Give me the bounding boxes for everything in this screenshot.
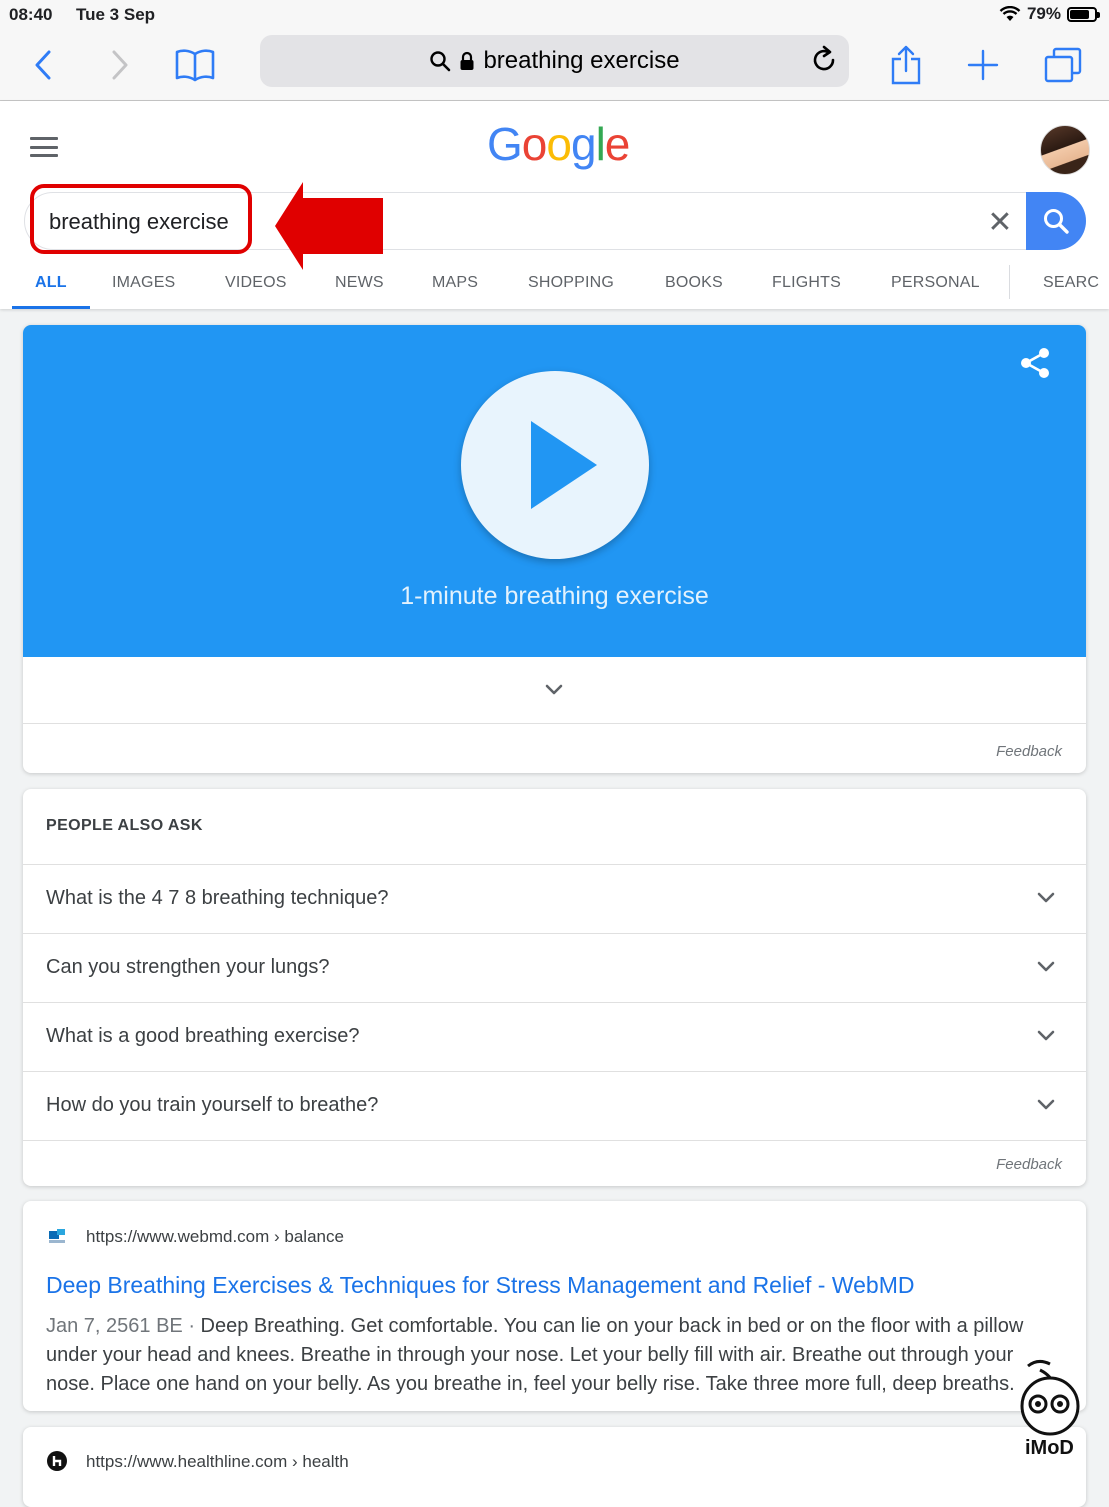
battery-percent: 79% (1026, 4, 1061, 23)
logo-letter: g (570, 118, 597, 170)
back-button[interactable] (20, 42, 66, 88)
paa-question[interactable]: What is the 4 7 8 breathing technique? (23, 864, 1086, 934)
address-bar[interactable]: breathing exercise (260, 35, 849, 87)
search-icon (430, 51, 451, 72)
tab-maps[interactable]: MAPS (432, 274, 478, 292)
tab-personal[interactable]: PERSONAL (891, 274, 980, 292)
tab-search-tools[interactable]: SEARC (1043, 274, 1099, 292)
wifi-icon (999, 6, 1021, 21)
paa-question-text: What is the 4 7 8 breathing technique? (46, 887, 389, 909)
feedback-link[interactable]: Feedback (996, 743, 1062, 760)
paa-question-text: Can you strengthen your lungs? (46, 956, 330, 978)
battery-icon (1067, 6, 1100, 22)
battery-fill (1070, 9, 1089, 19)
tab-books[interactable]: BOOKS (665, 274, 723, 292)
play-button[interactable] (461, 371, 649, 559)
chevron-down-icon (1037, 1099, 1055, 1110)
breathing-player[interactable]: 1-minute breathing exercise (23, 325, 1086, 657)
status-right: 79% (999, 4, 1100, 24)
paa-footer (23, 1140, 1086, 1186)
search-result: https://www.webmd.com › balance Deep Bre… (23, 1201, 1086, 1411)
lock-icon (460, 51, 474, 70)
chevron-left-icon (35, 50, 51, 80)
feedback-link[interactable]: Feedback (996, 1156, 1062, 1173)
tab-separator (1009, 265, 1010, 299)
chevron-down-icon (1037, 892, 1055, 903)
reload-button[interactable] (809, 45, 839, 80)
paa-question-text: What is a good breathing exercise? (46, 1025, 360, 1047)
bookmarks-button[interactable] (172, 42, 218, 88)
url-text: breathing exercise (483, 47, 680, 74)
book-icon (175, 49, 215, 82)
share-button[interactable] (883, 42, 929, 88)
annotation-highlight-box (30, 184, 252, 254)
google-logo[interactable]: Google (487, 117, 631, 171)
tab-images[interactable]: IMAGES (112, 274, 175, 292)
status-date: Tue 3 Sep (76, 5, 156, 24)
healthline-favicon-icon (47, 1451, 67, 1471)
tab-news[interactable]: NEWS (335, 274, 384, 292)
menu-icon[interactable] (30, 137, 58, 157)
safari-toolbar: breathing exercise (0, 30, 1109, 101)
paa-question[interactable]: What is a good breathing exercise? (23, 1002, 1086, 1072)
new-tab-button[interactable] (960, 42, 1006, 88)
player-label: 1-minute breathing exercise (400, 582, 709, 610)
chevron-down-icon (1037, 1030, 1055, 1041)
search-result: https://www.healthline.com › health (23, 1427, 1086, 1507)
watermark-text: iMoD (1025, 1437, 1074, 1459)
chevron-down-icon (1037, 961, 1055, 972)
paa-question[interactable]: Can you strengthen your lungs? (23, 933, 1086, 1003)
tabs-button[interactable] (1040, 42, 1086, 88)
logo-letter: l (595, 118, 606, 170)
reload-icon (813, 45, 835, 71)
avatar[interactable] (1040, 125, 1090, 175)
status-bar: 08:40 Tue 3 Sep 79% (0, 0, 1109, 30)
share-icon (891, 45, 921, 85)
search-button[interactable] (1026, 192, 1086, 250)
webmd-favicon-icon (47, 1227, 67, 1247)
status-time: 08:40 (9, 5, 53, 24)
tab-all[interactable]: ALL (35, 274, 67, 292)
paa-question-text: How do you train yourself to breathe? (46, 1094, 379, 1116)
tab-flights[interactable]: FLIGHTS (772, 274, 841, 292)
annotation-arrow-icon (275, 182, 383, 270)
forward-button[interactable] (97, 42, 143, 88)
share-nodes-icon (1021, 348, 1049, 378)
paa-question[interactable]: How do you train yourself to breathe? (23, 1071, 1086, 1141)
plus-icon (967, 49, 999, 81)
expand-row[interactable] (23, 657, 1086, 724)
clear-search-button[interactable]: ✕ (983, 205, 1017, 239)
tabs-icon (1044, 47, 1082, 83)
result-date: Jan 7, 2561 BE · (46, 1315, 201, 1337)
breathing-exercise-card: 1-minute breathing exercise Feedback (23, 325, 1086, 773)
search-icon (1044, 209, 1069, 234)
result-url[interactable]: https://www.healthline.com › health (86, 1452, 349, 1472)
search-tabs: ALL IMAGES VIDEOS NEWS MAPS SHOPPING BOO… (0, 263, 1109, 309)
share-result-button[interactable] (1020, 347, 1050, 384)
play-icon (531, 421, 597, 509)
chevron-right-icon (112, 50, 128, 80)
logo-letter: e (604, 118, 631, 170)
result-title-link[interactable]: Deep Breathing Exercises & Techniques fo… (46, 1272, 914, 1299)
result-url[interactable]: https://www.webmd.com › balance (86, 1227, 344, 1247)
tab-videos[interactable]: VIDEOS (225, 274, 287, 292)
chevron-down-icon (545, 684, 563, 695)
result-snippet: Jan 7, 2561 BE · Deep Breathing. Get com… (46, 1312, 1056, 1399)
logo-letter: o (521, 118, 548, 170)
paa-title: PEOPLE ALSO ASK (46, 817, 203, 834)
people-also-ask-card: PEOPLE ALSO ASK What is the 4 7 8 breath… (23, 789, 1086, 1186)
active-tab-indicator (12, 306, 90, 309)
tab-shopping[interactable]: SHOPPING (528, 274, 614, 292)
logo-letter: o (546, 118, 572, 170)
logo-letter: G (487, 118, 523, 170)
